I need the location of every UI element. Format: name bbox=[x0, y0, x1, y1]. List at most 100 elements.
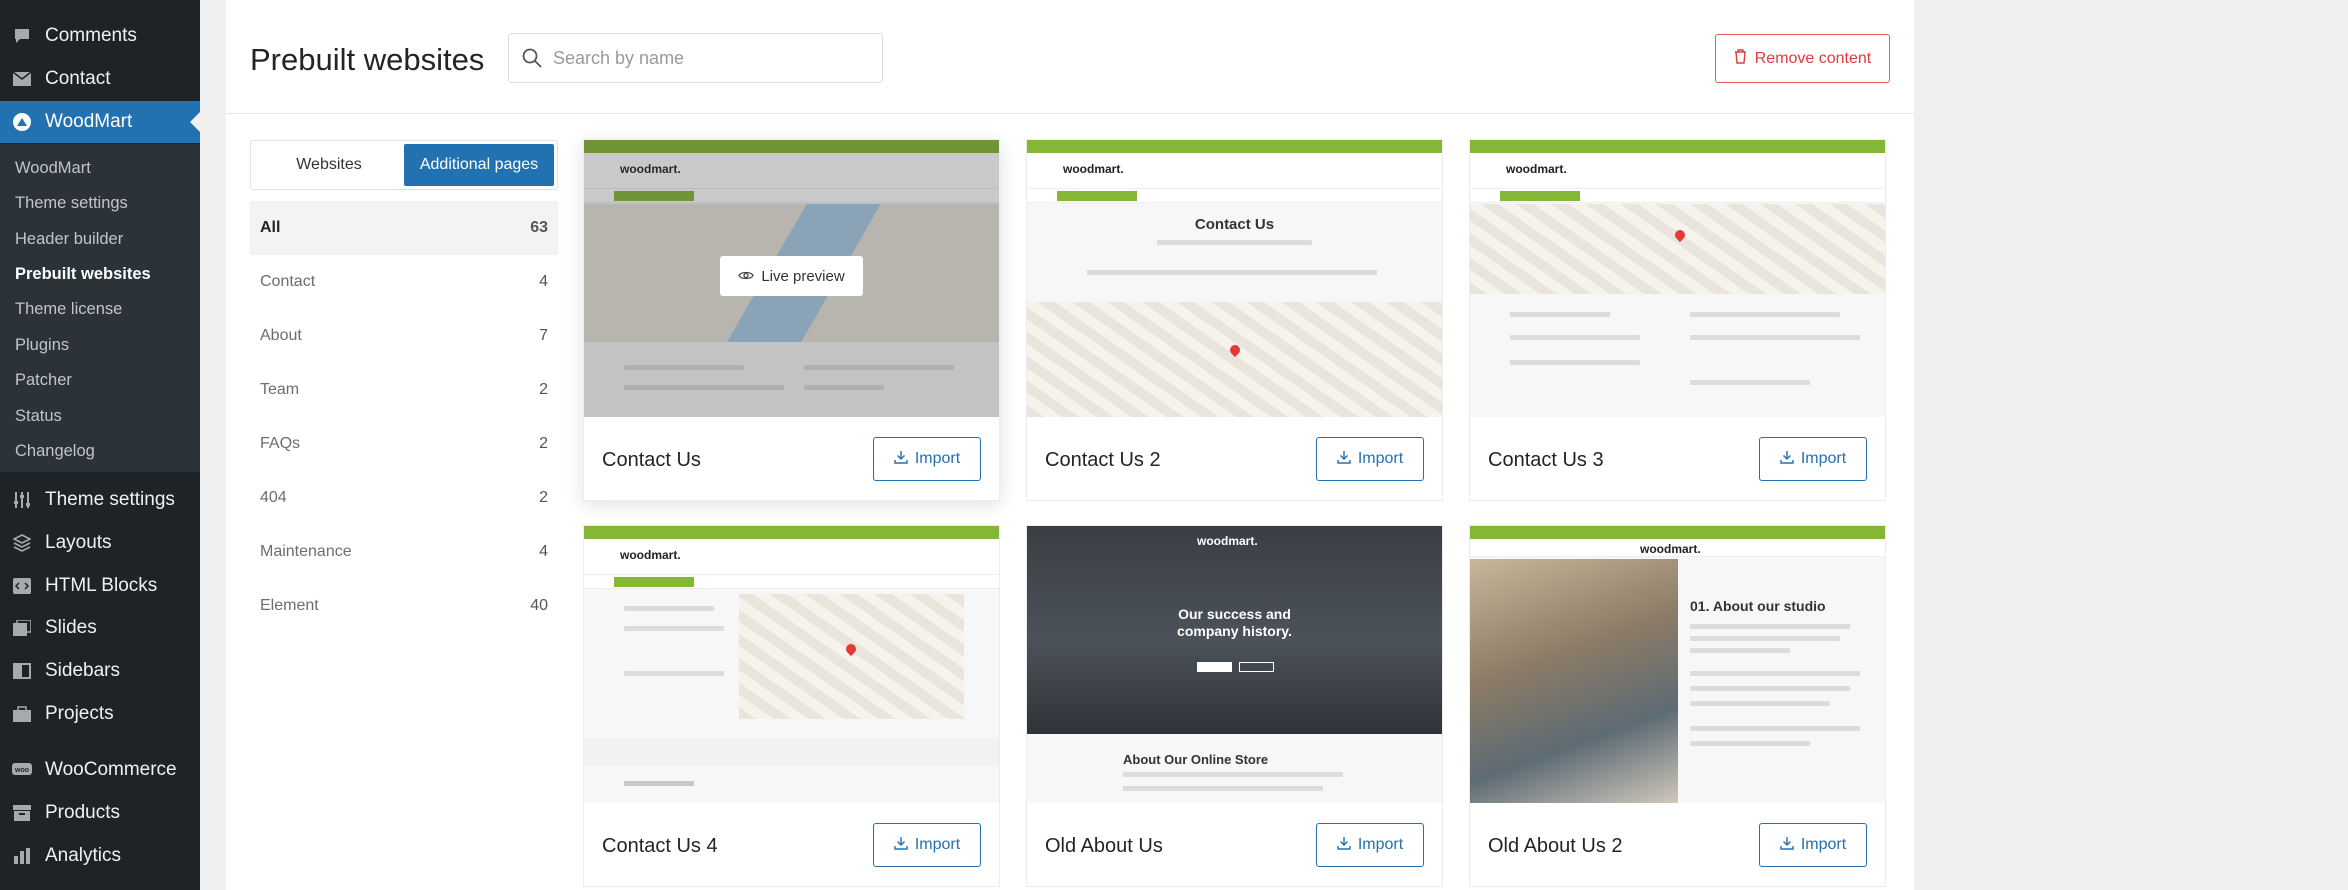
menu-item-layouts[interactable]: Layouts bbox=[0, 522, 200, 564]
bar-chart-icon bbox=[11, 845, 33, 867]
submenu-item-patcher[interactable]: Patcher bbox=[15, 368, 72, 392]
thumb-logo: woodmart. bbox=[620, 548, 681, 562]
page-card-contact-us[interactable]: woodmart. Live preview Contact Us Import bbox=[583, 139, 1000, 501]
page-card-contact-us-3[interactable]: woodmart. Contact Us 3 Import bbox=[1469, 139, 1886, 501]
import-button[interactable]: Import bbox=[1316, 823, 1424, 867]
menu-item-comments[interactable]: Comments bbox=[0, 15, 200, 57]
menu-item-woodmart[interactable]: WoodMart bbox=[0, 101, 200, 143]
thumb-text-line bbox=[1157, 240, 1312, 245]
category-team[interactable]: Team 2 bbox=[250, 363, 558, 417]
thumb-logo: woodmart. bbox=[1506, 162, 1567, 176]
category-contact[interactable]: Contact 4 bbox=[250, 255, 558, 309]
thumb-text-line bbox=[1690, 335, 1860, 340]
thumb-text-line bbox=[1510, 360, 1640, 365]
category-maintenance[interactable]: Maintenance 4 bbox=[250, 525, 558, 579]
submenu-item-theme-license[interactable]: Theme license bbox=[15, 297, 122, 321]
download-icon bbox=[894, 450, 908, 469]
page-thumbnail[interactable]: woodmart. Live preview bbox=[584, 140, 999, 417]
page-card-old-about-us[interactable]: woodmart. Our success and company histor… bbox=[1026, 525, 1443, 887]
page-thumbnail[interactable]: woodmart. Contact Us bbox=[1027, 140, 1442, 417]
thumb-text-line bbox=[1690, 671, 1860, 676]
import-button[interactable]: Import bbox=[873, 823, 981, 867]
thumb-text-line bbox=[1690, 648, 1790, 653]
category-count: 2 bbox=[539, 435, 548, 452]
submenu-item-woodmart[interactable]: WoodMart bbox=[15, 156, 91, 180]
category-about[interactable]: About 7 bbox=[250, 309, 558, 363]
search-input[interactable] bbox=[553, 47, 853, 69]
menu-item-products[interactable]: Products bbox=[0, 792, 200, 834]
submenu-item-plugins[interactable]: Plugins bbox=[15, 333, 69, 357]
thumb-text-line bbox=[624, 626, 724, 631]
category-label: FAQs bbox=[260, 435, 301, 452]
thumb-text-line bbox=[1690, 686, 1850, 691]
import-button[interactable]: Import bbox=[1759, 823, 1867, 867]
menu-label: Sidebars bbox=[45, 660, 120, 681]
import-label: Import bbox=[1800, 450, 1847, 467]
card-title: Old About Us bbox=[1045, 835, 1163, 857]
download-icon bbox=[1337, 836, 1351, 855]
sidebar-icon bbox=[11, 660, 33, 682]
download-icon bbox=[1337, 450, 1351, 469]
category-404[interactable]: 404 2 bbox=[250, 471, 558, 525]
category-label: All bbox=[260, 219, 281, 236]
submenu-item-changelog[interactable]: Changelog bbox=[15, 439, 95, 463]
menu-item-woocommerce[interactable]: woo WooCommerce bbox=[0, 749, 200, 791]
menu-item-slides[interactable]: Slides bbox=[0, 607, 200, 649]
prebuilt-websites-panel: Prebuilt websites Remove content Website… bbox=[226, 0, 1914, 890]
thumb-topbar bbox=[1027, 140, 1442, 153]
remove-content-button[interactable]: Remove content bbox=[1715, 34, 1890, 83]
page-thumbnail[interactable]: woodmart. bbox=[584, 526, 999, 803]
tab-additional-pages[interactable]: Additional pages bbox=[404, 144, 554, 186]
category-element[interactable]: Element 40 bbox=[250, 579, 558, 633]
menu-item-sidebars[interactable]: Sidebars bbox=[0, 650, 200, 692]
thumb-brands-strip bbox=[584, 738, 999, 766]
menu-item-contact[interactable]: Contact bbox=[0, 58, 200, 100]
mail-icon bbox=[11, 68, 33, 90]
import-button[interactable]: Import bbox=[873, 437, 981, 481]
page-thumbnail[interactable]: woodmart. bbox=[1470, 140, 1885, 417]
page-card-old-about-us-2[interactable]: woodmart. 01. About our studio Old About… bbox=[1469, 525, 1886, 887]
import-button[interactable]: Import bbox=[1316, 437, 1424, 481]
page-card-contact-us-2[interactable]: woodmart. Contact Us Contact Us 2 Import bbox=[1026, 139, 1443, 501]
category-label: Team bbox=[260, 381, 300, 398]
page-thumbnail[interactable]: woodmart. Our success and company histor… bbox=[1027, 526, 1442, 803]
woodmart-icon bbox=[11, 111, 33, 133]
menu-item-analytics[interactable]: Analytics bbox=[0, 835, 200, 877]
category-count: 4 bbox=[539, 543, 548, 560]
menu-item-projects[interactable]: Projects bbox=[0, 693, 200, 735]
category-label: Contact bbox=[260, 273, 316, 290]
category-count: 2 bbox=[539, 381, 548, 398]
category-count: 63 bbox=[530, 219, 548, 236]
page-thumbnail[interactable]: woodmart. 01. About our studio bbox=[1470, 526, 1885, 803]
menu-item-html-blocks[interactable]: HTML Blocks bbox=[0, 565, 200, 607]
page-card-contact-us-4[interactable]: woodmart. Contact Us 4 Import bbox=[583, 525, 1000, 887]
thumb-text-line bbox=[1510, 335, 1640, 340]
category-faqs[interactable]: FAQs 2 bbox=[250, 417, 558, 471]
card-title: Old About Us 2 bbox=[1488, 835, 1623, 857]
category-all[interactable]: All 63 bbox=[250, 201, 558, 255]
search-box[interactable] bbox=[508, 33, 883, 83]
download-icon bbox=[1780, 836, 1794, 855]
thumb-map bbox=[739, 594, 964, 719]
download-icon bbox=[894, 836, 908, 855]
menu-label: WooCommerce bbox=[45, 759, 177, 780]
menu-label: Layouts bbox=[45, 532, 112, 553]
trash-icon bbox=[1734, 48, 1747, 69]
submenu-item-theme-settings[interactable]: Theme settings bbox=[15, 191, 128, 215]
menu-item-theme-settings[interactable]: Theme settings bbox=[0, 479, 200, 521]
import-label: Import bbox=[914, 836, 961, 853]
submenu-item-status[interactable]: Status bbox=[15, 404, 62, 428]
menu-label: Products bbox=[45, 802, 120, 823]
menu-label: Projects bbox=[45, 703, 114, 724]
tab-websites[interactable]: Websites bbox=[254, 144, 404, 186]
import-label: Import bbox=[1800, 836, 1847, 853]
submenu-item-header-builder[interactable]: Header builder bbox=[15, 227, 123, 251]
thumb-logo: woodmart. bbox=[1640, 542, 1701, 556]
import-button[interactable]: Import bbox=[1759, 437, 1867, 481]
thumb-text-line bbox=[1690, 726, 1860, 731]
submenu-item-prebuilt-websites[interactable]: Prebuilt websites bbox=[15, 262, 151, 286]
thumb-topbar bbox=[1470, 526, 1885, 539]
thumb-studio-photo bbox=[1470, 559, 1678, 803]
thumb-logo: woodmart. bbox=[1197, 534, 1258, 548]
live-preview-button[interactable]: Live preview bbox=[720, 256, 863, 296]
